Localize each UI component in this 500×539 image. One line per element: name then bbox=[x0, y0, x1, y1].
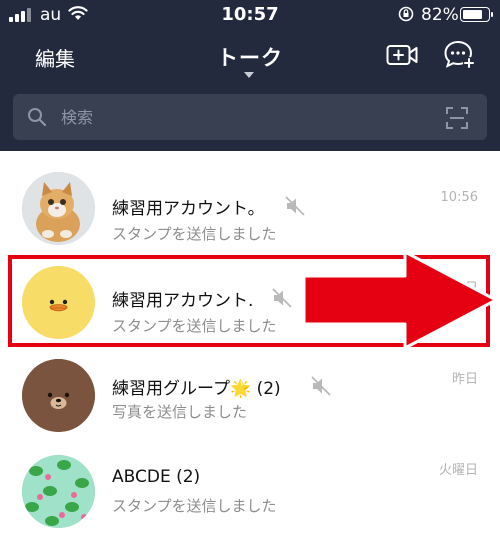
battery-icon bbox=[460, 7, 493, 22]
red-arrow-icon bbox=[302, 250, 498, 350]
chat-preview: スタンプを送信しました bbox=[112, 497, 277, 515]
kitten-photo-avatar bbox=[22, 172, 95, 245]
chat-time: 昨日 bbox=[451, 372, 478, 387]
chat-name: 練習用グループ🌟 (2) bbox=[112, 374, 281, 399]
qr-scan-icon[interactable] bbox=[445, 106, 469, 130]
chat-preview: 写真を送信しました bbox=[112, 403, 248, 421]
title-dropdown-caret-icon[interactable] bbox=[244, 72, 254, 78]
top-header: au 10:57 82% 編集 トーク bbox=[0, 0, 500, 151]
chat-preview: スタンプを送信しました bbox=[112, 225, 277, 243]
new-chat-icon[interactable] bbox=[444, 40, 476, 70]
chat-name-text: 練習用グループ bbox=[112, 379, 230, 399]
mute-icon bbox=[311, 376, 331, 396]
chat-time: 火曜日 bbox=[438, 463, 478, 478]
video-call-icon[interactable] bbox=[386, 43, 418, 67]
chat-row[interactable]: 練習用グループ🌟 (2) 写真を送信しました 昨日 bbox=[0, 353, 500, 445]
search-input[interactable] bbox=[61, 106, 421, 128]
chat-row[interactable]: ABCDE (2) スタンプを送信しました 火曜日 bbox=[0, 447, 500, 539]
chat-name: ABCDE (2) bbox=[112, 467, 200, 487]
chat-row[interactable]: 練習用アカウント。 スタンプを送信しました 10:56 bbox=[0, 165, 500, 257]
chat-name: 練習用アカウント。 bbox=[112, 199, 265, 219]
star-emoji-badge: 🌟 bbox=[229, 379, 252, 399]
mute-icon bbox=[285, 196, 305, 216]
rotation-lock-icon bbox=[398, 6, 414, 22]
brown-bear-avatar bbox=[22, 359, 95, 432]
battery-percentage: 82% bbox=[421, 5, 459, 25]
member-count: (2) bbox=[176, 467, 201, 487]
search-icon bbox=[28, 108, 47, 127]
chat-name-text: ABCDE bbox=[112, 467, 171, 487]
chat-time: 10:56 bbox=[440, 190, 478, 205]
status-bar: au 10:57 82% bbox=[0, 0, 500, 30]
page-title[interactable]: トーク bbox=[0, 42, 500, 72]
search-bar[interactable] bbox=[13, 94, 487, 140]
frog-pattern-avatar bbox=[22, 455, 95, 528]
member-count: (2) bbox=[256, 379, 281, 399]
